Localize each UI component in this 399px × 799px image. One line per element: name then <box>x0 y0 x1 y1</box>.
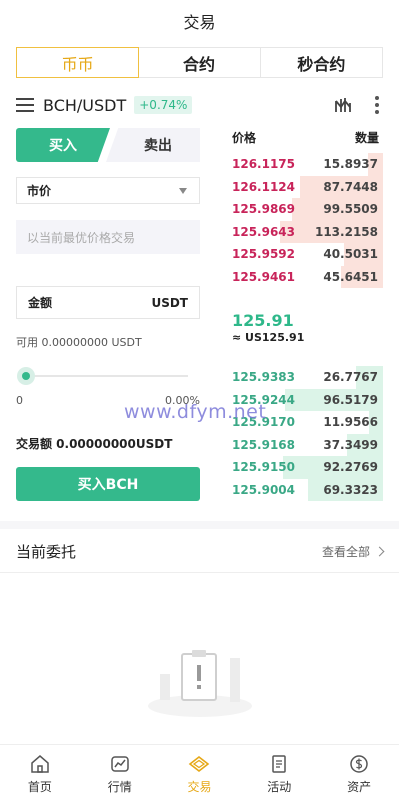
pair-header: BCH/USDT +0.74% <box>16 92 383 118</box>
candlestick-chart-icon[interactable] <box>333 95 353 115</box>
nav-trade-label: 交易 <box>187 780 212 794</box>
bid-row[interactable]: 125.9150 92.2769 <box>232 456 383 479</box>
amount-label: 金额 <box>28 296 53 310</box>
market-tabs: 币币 合约 秒合约 <box>16 47 383 78</box>
change-badge: +0.74% <box>134 96 193 114</box>
assets-icon <box>350 755 368 773</box>
tab-second-contract[interactable]: 秒合约 <box>261 48 382 77</box>
ask-amount: 99.5509 <box>323 202 378 217</box>
bid-row[interactable]: 125.9383 26.7767 <box>232 366 383 389</box>
nav-market-label: 行情 <box>107 780 132 794</box>
ask-row[interactable]: 126.1175 15.8937 <box>232 153 383 176</box>
watermark: www.dfym.net <box>124 401 267 423</box>
bid-row[interactable]: 125.9168 37.3499 <box>232 433 383 456</box>
nav-assets[interactable]: 资产 <box>319 745 399 799</box>
price-input[interactable]: 以当前最优价格交易 <box>16 220 200 254</box>
ask-price: 126.1124 <box>232 179 296 194</box>
amount-header: 数量 <box>354 131 379 145</box>
order-type-value: 市价 <box>27 184 52 198</box>
caret-down-icon <box>179 188 187 194</box>
nav-activity-label: 活动 <box>267 780 292 794</box>
more-vertical-icon[interactable] <box>375 96 379 114</box>
activity-icon <box>272 755 287 773</box>
bid-row[interactable]: 125.9004 69.3323 <box>232 478 383 501</box>
divider <box>0 572 399 573</box>
nav-home-label: 首页 <box>27 780 52 794</box>
ask-amount: 87.7448 <box>323 179 378 194</box>
list-menu-icon[interactable] <box>16 98 34 112</box>
tab-spot[interactable]: 币币 <box>16 47 140 78</box>
view-all-link[interactable]: 查看全部 <box>321 543 385 560</box>
market-icon <box>110 756 129 772</box>
pair-name[interactable]: BCH/USDT <box>43 96 126 115</box>
order-type-select[interactable]: 市价 <box>16 177 200 204</box>
empty-state-icon <box>148 650 252 717</box>
bid-price: 125.9150 <box>232 460 296 475</box>
ask-price: 126.1175 <box>232 157 296 172</box>
buy-bch-button[interactable]: 买入BCH <box>16 467 200 501</box>
home-icon <box>31 755 49 773</box>
ask-price: 125.9461 <box>232 269 296 284</box>
bid-list: 125.9383 26.7767 125.9244 96.5179 125.9170 11… <box>232 366 383 501</box>
bid-price: 125.9383 <box>232 370 296 385</box>
amount-slider[interactable] <box>26 375 188 377</box>
bid-amount: 92.2769 <box>323 460 378 475</box>
trade-amount: 交易额 0.00000000USDT <box>16 437 173 451</box>
amount-unit: USDT <box>151 296 188 310</box>
nav-trade[interactable]: 交易 <box>160 745 240 799</box>
bid-amount: 11.9566 <box>323 415 378 430</box>
bid-amount: 26.7767 <box>323 370 378 385</box>
ask-row[interactable]: 125.9869 99.5509 <box>232 198 383 221</box>
ask-row[interactable]: 125.9592 40.5031 <box>232 243 383 266</box>
sell-tab[interactable]: 卖出 <box>106 128 200 162</box>
slider-min-label: 0 <box>16 394 23 407</box>
tab-contract[interactable]: 合约 <box>138 48 261 77</box>
chevron-right-icon <box>374 546 385 557</box>
bid-price: 125.9168 <box>232 437 296 452</box>
ask-row[interactable]: 126.1124 87.7448 <box>232 175 383 198</box>
view-all-label: 查看全部 <box>321 545 370 559</box>
bid-amount: 96.5179 <box>323 392 378 407</box>
buy-tab[interactable]: 买入 <box>16 128 110 162</box>
ask-price: 125.9592 <box>232 247 296 262</box>
ask-price: 125.9869 <box>232 202 296 217</box>
last-price-fiat: ≈ US125.91 <box>232 331 305 344</box>
ask-row[interactable]: 125.9643 113.2158 <box>232 220 383 243</box>
ask-amount: 15.8937 <box>323 157 378 172</box>
bottom-nav: 首页 行情 交易 活动 资产 <box>0 744 399 799</box>
ask-amount: 40.5031 <box>323 247 378 262</box>
price-header: 价格 <box>232 131 257 145</box>
available-balance: 可用 0.00000000 USDT <box>16 336 142 349</box>
nav-assets-label: 资产 <box>347 780 372 794</box>
slider-handle[interactable] <box>17 367 35 385</box>
ask-price: 125.9643 <box>232 224 296 239</box>
nav-activity[interactable]: 活动 <box>239 745 319 799</box>
section-divider <box>0 521 399 529</box>
nav-market[interactable]: 行情 <box>80 745 160 799</box>
ask-amount: 113.2158 <box>314 224 378 239</box>
bid-price: 125.9004 <box>232 482 296 497</box>
bid-amount: 69.3323 <box>323 482 378 497</box>
current-orders-title: 当前委托 <box>16 543 77 561</box>
ask-row[interactable]: 125.9461 45.6451 <box>232 265 383 288</box>
last-price: 125.91 <box>232 311 294 330</box>
bid-amount: 37.3499 <box>323 437 378 452</box>
orderbook-header: 价格 数量 <box>232 129 383 145</box>
trade-icon <box>189 755 210 773</box>
page-title: 交易 <box>183 13 216 32</box>
ask-amount: 45.6451 <box>323 269 378 284</box>
amount-input[interactable]: 金额 USDT <box>16 286 200 319</box>
buy-sell-switch: 卖出 买入 <box>16 128 200 162</box>
ask-list: 126.1175 15.8937 126.1124 87.7448 125.9869 99… <box>232 153 383 288</box>
nav-home[interactable]: 首页 <box>0 745 80 799</box>
